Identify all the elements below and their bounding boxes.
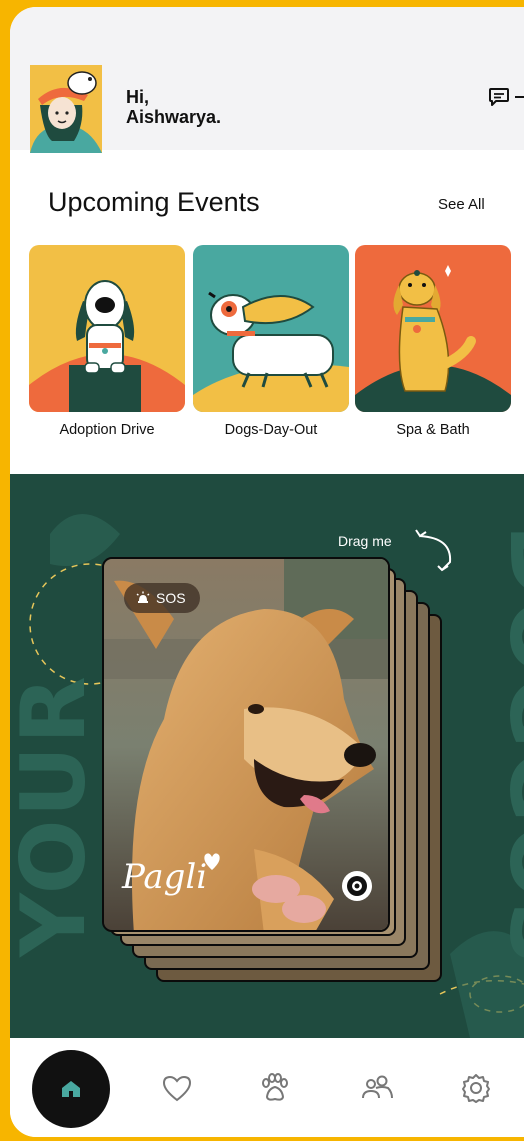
event-label: Dogs-Day-Out	[224, 422, 318, 438]
event-illustration	[29, 245, 185, 412]
alarm-bell-icon	[136, 591, 150, 603]
event-label: Adoption Drive	[59, 422, 155, 438]
doggo-card[interactable]: SOS Pagli	[102, 557, 390, 932]
event-card-dogs-day-out[interactable]: Dogs-Day-Out	[193, 245, 349, 438]
section-title: Upcoming Events	[48, 187, 260, 217]
event-card-spa-bath[interactable]: Spa & Bath	[355, 245, 511, 438]
curved-arrow-icon	[412, 526, 462, 576]
paw-icon[interactable]	[244, 1038, 304, 1137]
chat-icon[interactable]	[488, 87, 510, 107]
background-word-your: YOUR	[10, 674, 105, 957]
home-icon[interactable]	[32, 1050, 110, 1128]
event-label: Spa & Bath	[396, 422, 470, 438]
bottom-tab-bar	[10, 1038, 524, 1137]
greeting: Hi, Aishwarya.	[126, 87, 221, 127]
pet-name: Pagli	[122, 857, 208, 897]
see-all-link[interactable]: See All	[438, 196, 485, 213]
drag-hint: Drag me	[338, 533, 392, 549]
sos-label: SOS	[156, 590, 186, 606]
greeting-name: Aishwarya.	[126, 107, 222, 127]
avatar[interactable]	[30, 65, 108, 153]
your-doggos-section: YOUR DOGGOS Drag me SOS Pagli	[10, 474, 524, 1038]
event-illustration	[193, 245, 349, 412]
heart-icon[interactable]	[147, 1038, 207, 1137]
settings-icon[interactable]	[446, 1038, 506, 1137]
view-icon[interactable]	[342, 871, 372, 901]
people-icon[interactable]	[347, 1038, 407, 1137]
background-word-doggos: DOGGOS	[489, 524, 524, 967]
heart-doodle-icon	[204, 853, 220, 870]
header: Hi, Aishwarya.	[10, 7, 524, 153]
greeting-line-1: Hi,	[126, 87, 150, 107]
event-illustration	[355, 245, 511, 412]
sos-button[interactable]: SOS	[124, 583, 200, 613]
event-card-adoption[interactable]: Adoption Drive	[29, 245, 185, 438]
app-screen: Hi, Aishwarya. Upcoming Events See All A…	[10, 7, 524, 1137]
header-edge-mark	[515, 96, 524, 98]
